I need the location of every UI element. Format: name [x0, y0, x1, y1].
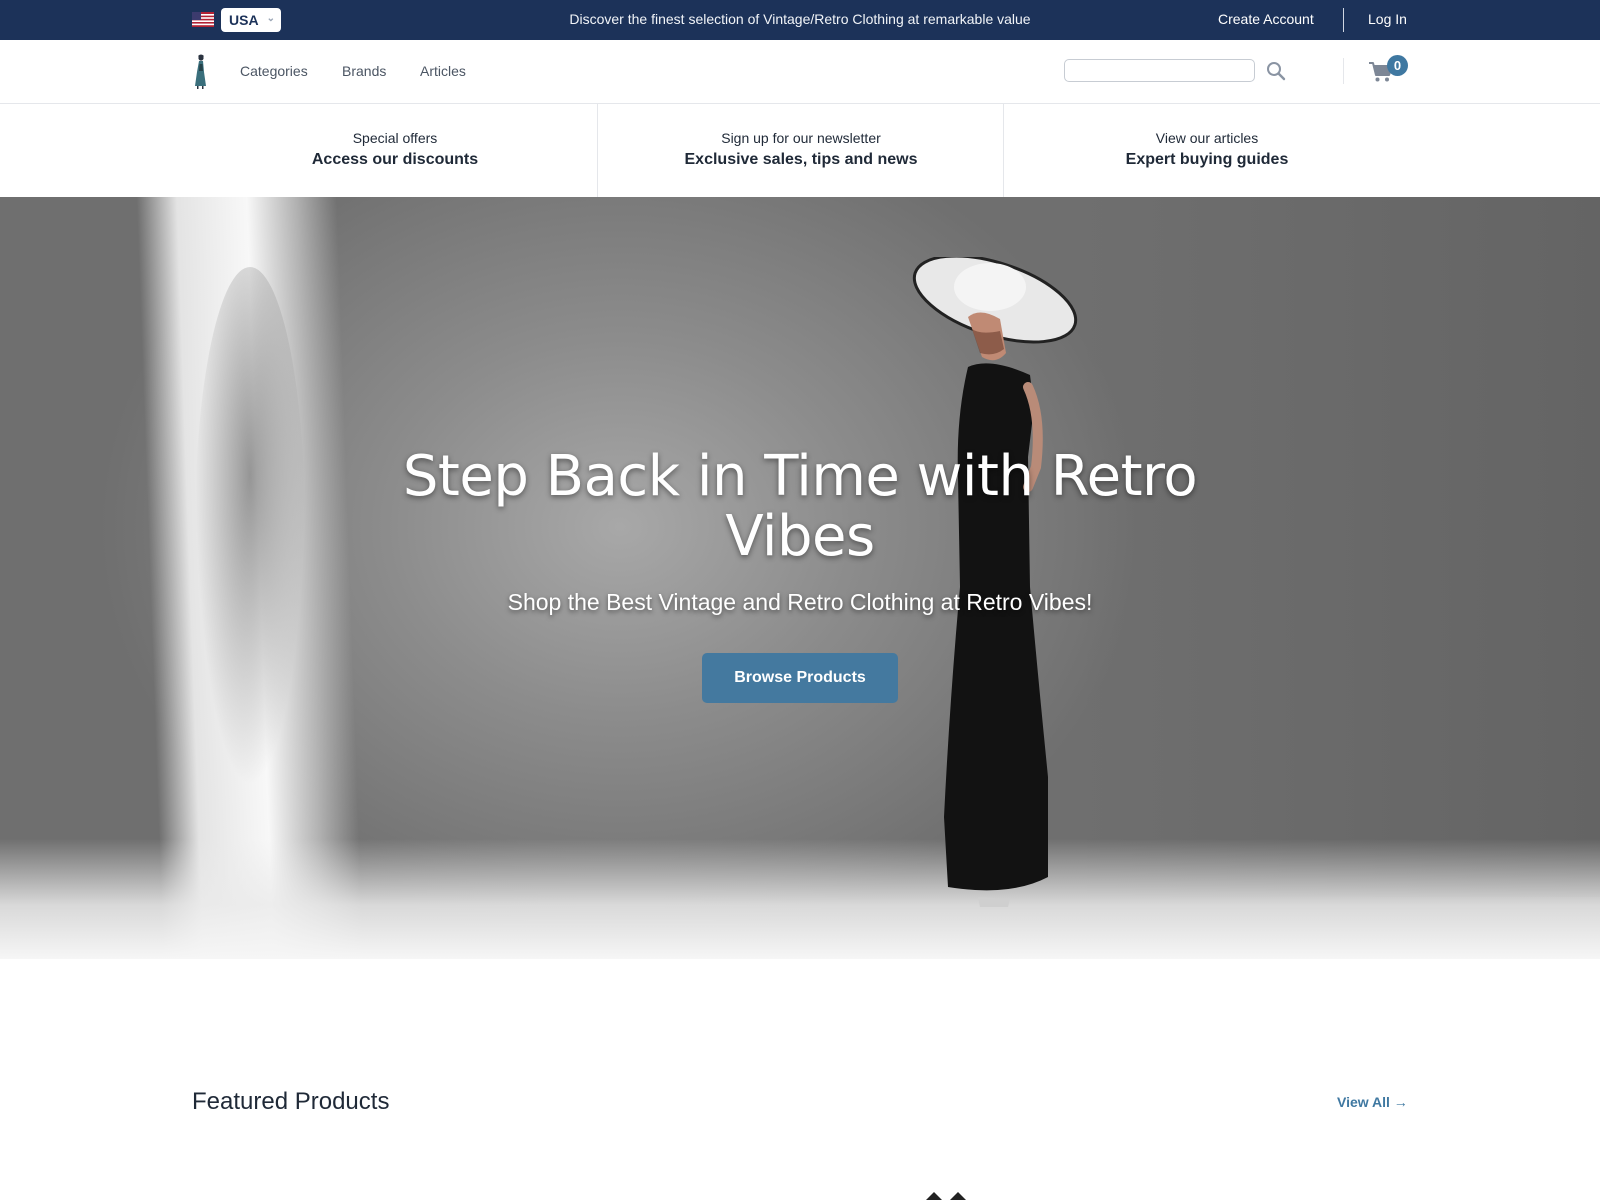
logo-icon[interactable]: [192, 54, 208, 90]
us-flag-icon: [192, 12, 214, 27]
hero-title: Step Back in Time with Retro Vibes: [402, 444, 1198, 569]
promo-newsletter[interactable]: Sign up for our newsletter Exclusive sal…: [598, 104, 1004, 197]
promo-small-text: Special offers: [352, 130, 438, 146]
promo-strip: Special offers Access our discounts Sign…: [192, 104, 1408, 197]
search-icon[interactable]: [1265, 60, 1287, 82]
nav-categories[interactable]: Categories: [240, 63, 308, 79]
topbar-divider: [1343, 8, 1344, 32]
chevron-down-icon: ⌄: [266, 13, 275, 24]
hero-shadow: [195, 267, 305, 787]
promo-articles[interactable]: View our articles Expert buying guides: [1004, 104, 1410, 197]
main-nav: Categories Brands Articles 0: [0, 40, 1600, 104]
country-label: USA: [229, 12, 259, 28]
promo-discounts[interactable]: Special offers Access our discounts: [192, 104, 598, 197]
hero-model-image: [912, 257, 1078, 907]
cart-count-badge: 0: [1387, 55, 1408, 76]
hero-subtitle: Shop the Best Vintage and Retro Clothing…: [507, 589, 1093, 615]
promo-small-text: View our articles: [1155, 130, 1259, 146]
promo-big-text: Expert buying guides: [1125, 151, 1289, 168]
promo-big-text: Exclusive sales, tips and news: [684, 151, 918, 168]
promo-big-text: Access our discounts: [311, 151, 479, 168]
create-account-link[interactable]: Create Account: [1218, 11, 1314, 27]
product-image-peek: [926, 1192, 966, 1200]
browse-products-button[interactable]: Browse Products: [702, 653, 898, 703]
country-selector[interactable]: USA ⌄: [221, 8, 281, 32]
search-input[interactable]: [1064, 59, 1255, 82]
announcement-bar: USA ⌄ Discover the finest selection of V…: [0, 0, 1600, 40]
hero-banner: Step Back in Time with Retro Vibes Shop …: [0, 197, 1600, 959]
nav-brands[interactable]: Brands: [342, 63, 386, 79]
featured-products-title: Featured Products: [192, 1088, 390, 1115]
view-all-link[interactable]: View All →: [1337, 1094, 1408, 1110]
nav-articles[interactable]: Articles: [420, 63, 466, 79]
log-in-link[interactable]: Log In: [1368, 11, 1407, 27]
promo-small-text: Sign up for our newsletter: [721, 130, 881, 146]
hero-floor: [0, 839, 1600, 959]
nav-divider: [1343, 58, 1344, 84]
